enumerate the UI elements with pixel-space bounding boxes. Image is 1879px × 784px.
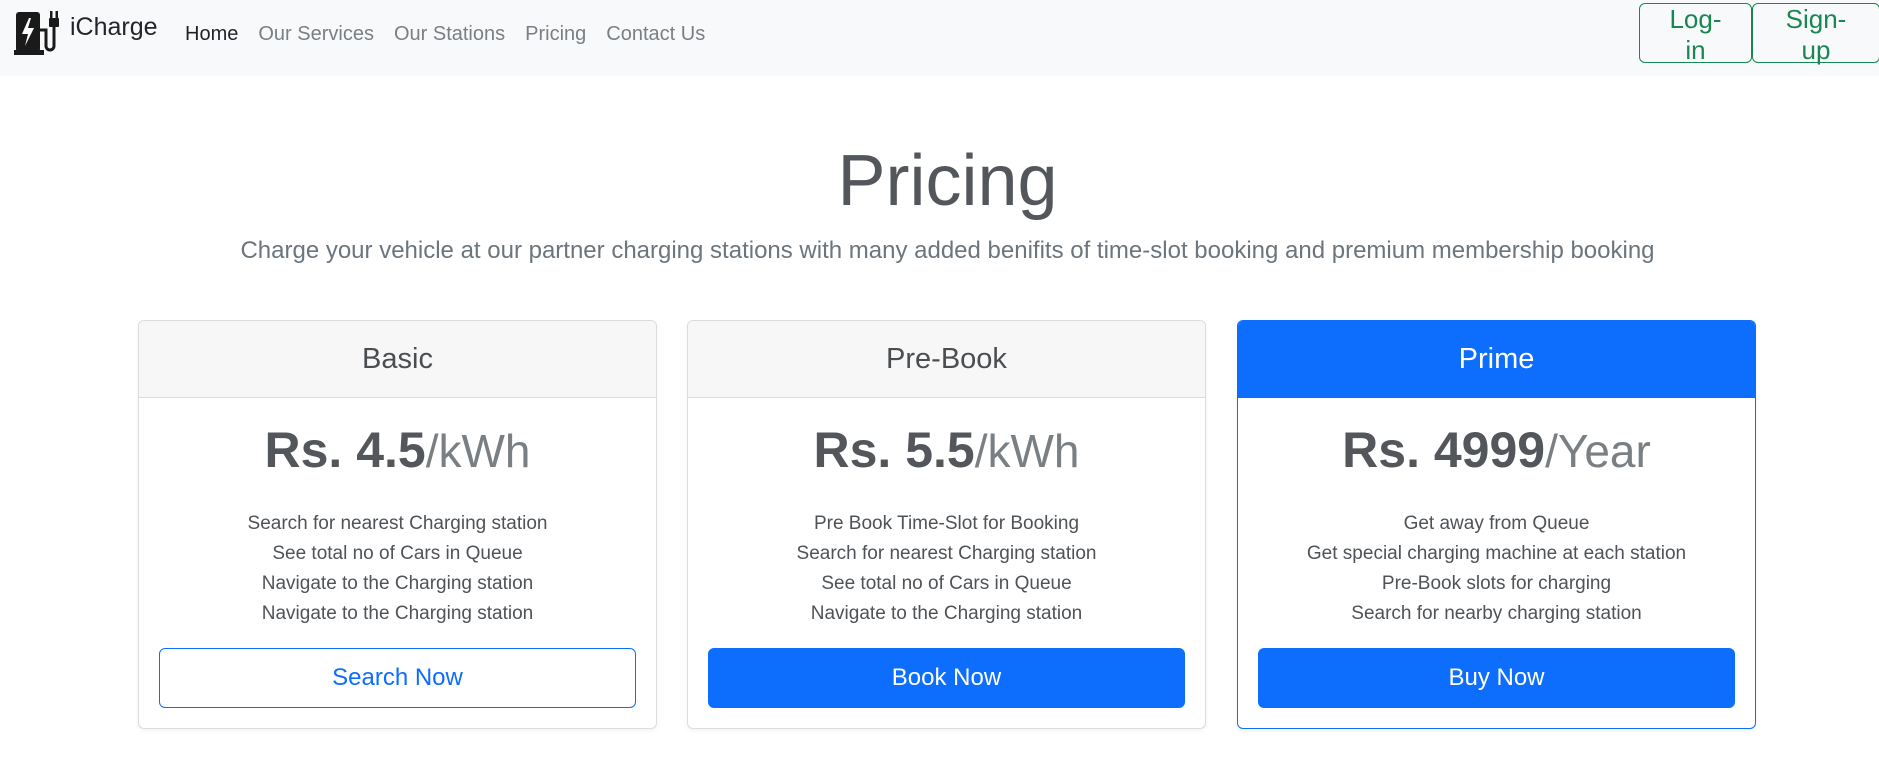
feature-list: Search for nearest Charging station See …	[139, 509, 656, 629]
price-unit: /Year	[1545, 425, 1651, 477]
nav-links: Home Our Services Our Stations Pricing C…	[185, 22, 715, 46]
feature-item: Pre-Book slots for charging	[1381, 573, 1612, 594]
price-amount: Rs. 5.5	[813, 422, 975, 478]
buy-now-button[interactable]: Buy Now	[1258, 648, 1735, 708]
plan-name: Pre-Book	[688, 321, 1205, 398]
plan-card-prime: Prime Rs. 4999/Year Get away from Queue …	[1237, 320, 1756, 729]
nav-item-our-stations[interactable]: Our Stations	[384, 22, 515, 46]
page-subtitle: Charge your vehicle at our partner charg…	[240, 237, 1655, 264]
feature-list: Get away from Queue Get special charging…	[1238, 509, 1755, 629]
feature-list: Pre Book Time-Slot for Booking Search fo…	[688, 509, 1205, 629]
feature-item: See total no of Cars in Queue	[272, 543, 523, 564]
plan-name: Prime	[1238, 321, 1755, 398]
search-now-button[interactable]: Search Now	[159, 648, 636, 708]
signup-button[interactable]: Sign-up	[1752, 3, 1879, 65]
price-amount: Rs. 4.5	[264, 422, 426, 478]
plan-price: Rs. 4.5/kWh	[139, 420, 656, 481]
auth-buttons: Log-in Sign-up	[1639, 3, 1879, 65]
nav-item-home[interactable]: Home	[185, 22, 248, 46]
ev-charger-icon	[14, 11, 59, 55]
price-unit: /kWh	[974, 425, 1080, 477]
brand-name: iCharge	[70, 12, 158, 41]
feature-item: Navigate to the Charging station	[810, 603, 1083, 624]
nav-item-contact-us[interactable]: Contact Us	[596, 22, 715, 46]
feature-item: Pre Book Time-Slot for Booking	[813, 513, 1080, 534]
price-unit: /kWh	[425, 425, 531, 477]
book-now-button[interactable]: Book Now	[708, 648, 1185, 708]
feature-item: Navigate to the Charging station	[261, 573, 534, 594]
feature-item: Get special charging machine at each sta…	[1306, 543, 1687, 564]
nav-item-our-services[interactable]: Our Services	[248, 22, 384, 46]
plan-name: Basic	[139, 321, 656, 398]
navbar: iCharge Home Our Services Our Stations P…	[0, 0, 1879, 76]
feature-item: Search for nearby charging station	[1351, 603, 1642, 624]
brand-link[interactable]: iCharge	[14, 8, 158, 56]
page-title: Pricing	[837, 141, 1058, 221]
login-button[interactable]: Log-in	[1639, 3, 1752, 65]
feature-item: See total no of Cars in Queue	[821, 573, 1072, 594]
feature-item: Search for nearest Charging station	[796, 543, 1097, 564]
feature-item: Search for nearest Charging station	[247, 513, 548, 534]
feature-item: Get away from Queue	[1403, 513, 1590, 534]
plan-price: Rs. 5.5/kWh	[688, 420, 1205, 481]
feature-item: Navigate to the Charging station	[261, 603, 534, 624]
price-amount: Rs. 4999	[1342, 422, 1546, 478]
plan-card-pre-book: Pre-Book Rs. 5.5/kWh Pre Book Time-Slot …	[687, 320, 1206, 729]
plan-price: Rs. 4999/Year	[1238, 420, 1755, 481]
plan-card-basic: Basic Rs. 4.5/kWh Search for nearest Cha…	[138, 320, 657, 729]
nav-item-pricing[interactable]: Pricing	[515, 22, 596, 46]
